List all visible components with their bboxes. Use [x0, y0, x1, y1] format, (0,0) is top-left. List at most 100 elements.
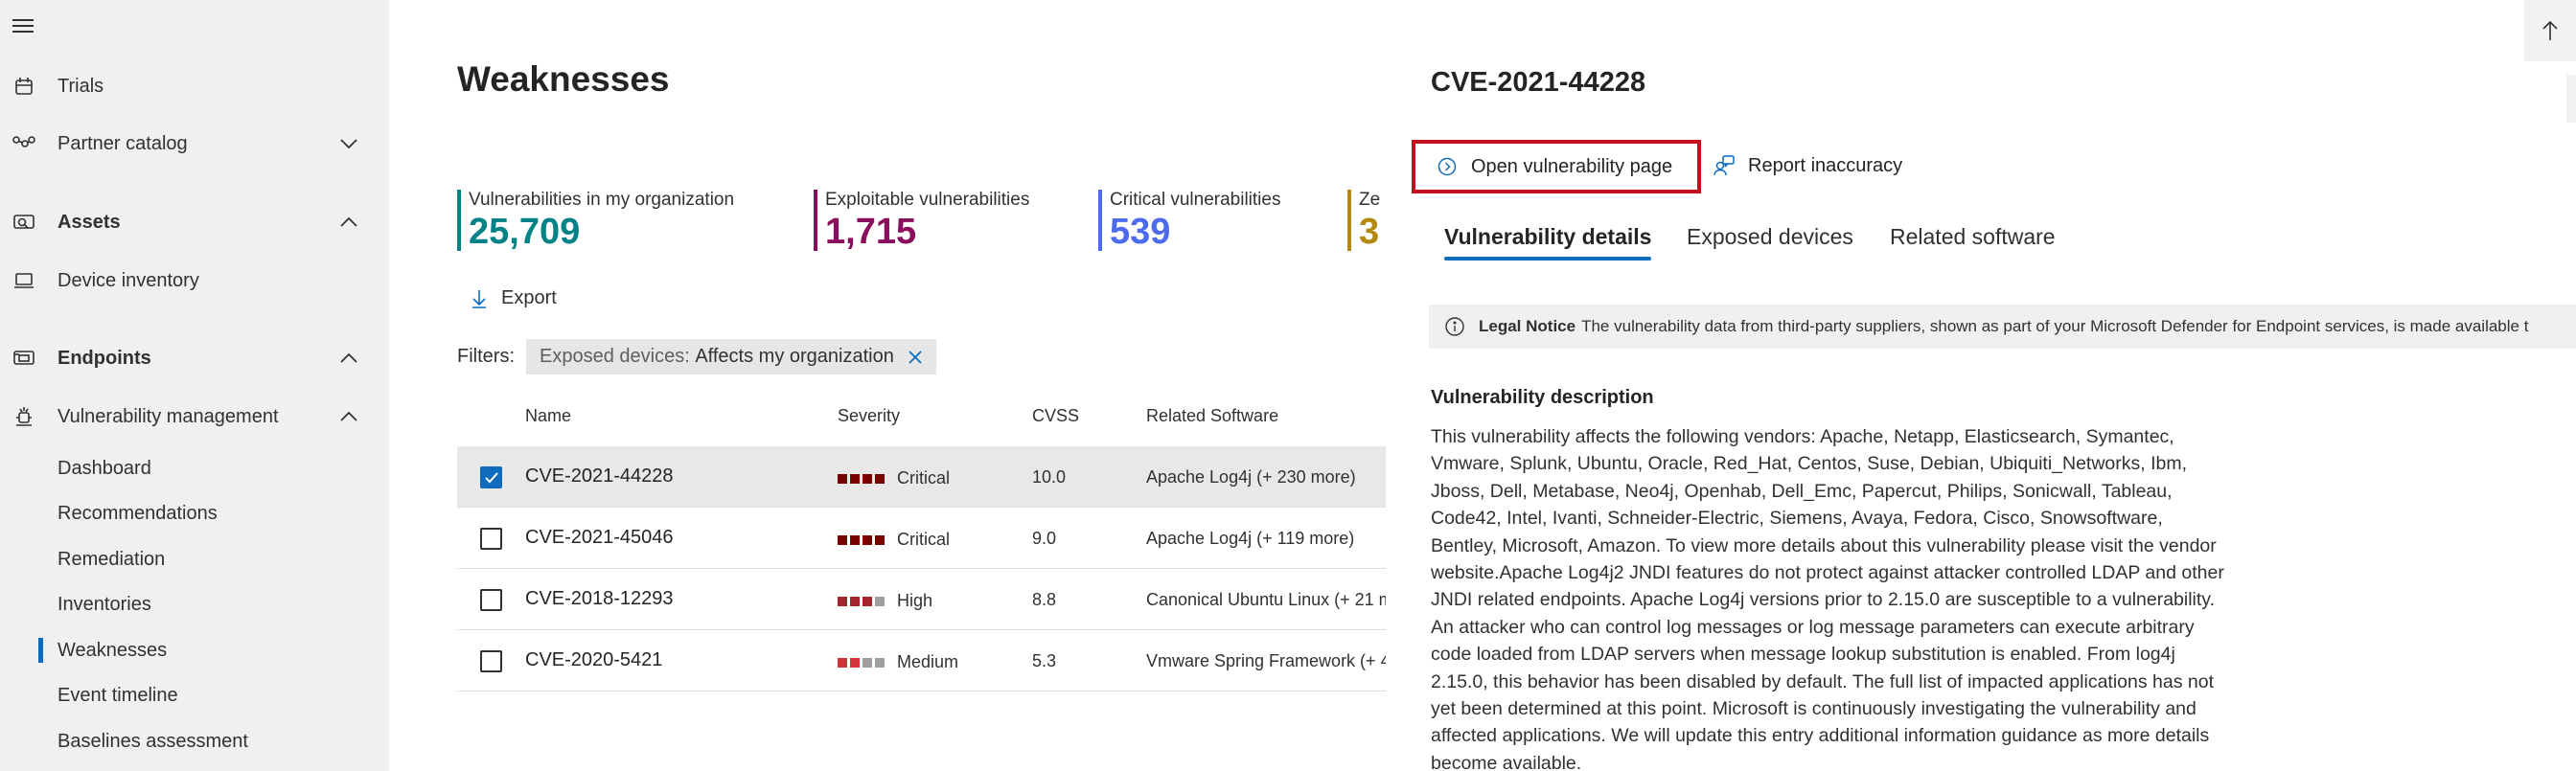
- description-text: This vulnerability affects the following…: [1431, 426, 2224, 771]
- metric-accent-bar: [457, 190, 461, 251]
- table-row[interactable]: CVE-2021-44228 Critical 10.0 Apache Log4…: [457, 446, 1387, 508]
- main-content: Weaknesses Vulnerabilities in my organiz…: [389, 0, 1393, 771]
- menu-icon[interactable]: [10, 12, 36, 39]
- chevron-up-icon[interactable]: [335, 403, 362, 430]
- nav-subitem-label: Baselines assessment: [58, 730, 248, 752]
- metric-accent-bar: [1347, 190, 1351, 251]
- nav-item-label: Endpoints: [58, 347, 151, 369]
- export-icon: [472, 289, 486, 308]
- severity-indicator: Medium: [838, 652, 958, 672]
- row-name[interactable]: CVE-2020-5421: [525, 649, 662, 671]
- vulnerability-management-icon: [11, 403, 37, 430]
- open-vulnerability-page-label: Open vulnerability page: [1471, 155, 1673, 177]
- legal-notice: Legal Notice The vulnerability data from…: [1429, 305, 2576, 349]
- open-vulnerability-page-button[interactable]: Open vulnerability page: [1412, 140, 1701, 193]
- metric-zero-day[interactable]: Ze 3: [1347, 190, 1381, 252]
- metric-label: Critical vulnerabilities: [1110, 190, 1281, 210]
- nav-item-device-inventory[interactable]: Device inventory: [0, 257, 389, 305]
- nav-subitem-label: Event timeline: [58, 684, 178, 706]
- row-name[interactable]: CVE-2018-12293: [525, 588, 674, 610]
- metric-value: 539: [1110, 212, 1171, 252]
- assets-icon: [11, 209, 37, 236]
- nav-item-partner-catalog[interactable]: Partner catalog: [0, 120, 389, 168]
- device-inventory-icon: [11, 267, 37, 294]
- row-name[interactable]: CVE-2021-44228: [525, 465, 674, 488]
- nav-subitem-inventories[interactable]: Inventories: [0, 582, 389, 626]
- metric-critical[interactable]: Critical vulnerabilities 539: [1098, 190, 1281, 252]
- severity-indicator: Critical: [838, 530, 950, 550]
- metric-exploitable[interactable]: Exploitable vulnerabilities 1,715: [814, 190, 1030, 252]
- row-checkbox[interactable]: [480, 528, 502, 550]
- left-navigation: Trials Partner catalog Assets Device inv…: [0, 0, 389, 771]
- row-name[interactable]: CVE-2021-45046: [525, 527, 674, 549]
- trials-icon: [11, 73, 37, 100]
- metric-vulnerabilities[interactable]: Vulnerabilities in my organization 25,70…: [457, 190, 735, 252]
- chevron-up-icon[interactable]: [335, 345, 362, 372]
- nav-item-vulnerability-management[interactable]: Vulnerability management: [0, 393, 389, 441]
- nav-subitem-recommendations[interactable]: Recommendations: [0, 491, 389, 535]
- severity-label: Critical: [897, 468, 951, 488]
- nav-subitem-label: Inventories: [58, 593, 151, 615]
- tab-related-software[interactable]: Related software: [1890, 224, 2056, 250]
- metric-label: Exploitable vulnerabilities: [825, 190, 1030, 210]
- panel-side-handle[interactable]: [2566, 75, 2576, 123]
- chevron-up-icon[interactable]: [335, 209, 362, 236]
- severity-indicator: High: [838, 591, 932, 611]
- filters-bar: Filters: Exposed devices: Affects my org…: [457, 339, 936, 374]
- nav-subitem-weaknesses[interactable]: Weaknesses: [0, 628, 389, 672]
- column-header-name[interactable]: Name: [525, 406, 571, 426]
- nav-subitem-baselines-assessment[interactable]: Baselines assessment: [0, 719, 389, 763]
- scroll-up-button[interactable]: [2524, 0, 2576, 61]
- metric-label: Ze: [1359, 190, 1381, 210]
- panel-title: CVE-2021-44228: [1431, 67, 1646, 98]
- nav-item-label: Assets: [58, 211, 121, 233]
- severity-indicator: Critical: [838, 468, 950, 488]
- row-software: Apache Log4j (+ 230 more): [1146, 467, 1356, 487]
- metric-accent-bar: [1098, 190, 1102, 251]
- filter-pill[interactable]: Exposed devices: Affects my organization: [526, 339, 936, 374]
- endpoints-icon: [11, 345, 37, 372]
- nav-item-label: Partner catalog: [58, 132, 188, 154]
- legal-notice-text: The vulnerability data from third-party …: [1581, 317, 2529, 335]
- row-checkbox[interactable]: [480, 466, 502, 488]
- nav-item-endpoints[interactable]: Endpoints: [0, 334, 389, 382]
- column-header-software[interactable]: Related Software: [1146, 406, 1278, 426]
- report-inaccuracy-button[interactable]: Report inaccuracy: [1712, 153, 1902, 178]
- table-row[interactable]: CVE-2020-5421 Medium 5.3 Vmware Spring F…: [457, 630, 1391, 692]
- close-icon[interactable]: [908, 350, 923, 365]
- row-checkbox[interactable]: [480, 589, 502, 611]
- nav-subitem-event-timeline[interactable]: Event timeline: [0, 673, 389, 717]
- chevron-down-icon[interactable]: [335, 130, 362, 157]
- nav-item-label: Device inventory: [58, 269, 199, 291]
- filters-label: Filters:: [457, 346, 515, 367]
- page-title: Weaknesses: [457, 59, 670, 99]
- description-heading: Vulnerability description: [1431, 387, 1654, 408]
- nav-subitem-label: Remediation: [58, 548, 166, 570]
- severity-label: Medium: [897, 652, 959, 671]
- export-button[interactable]: Export: [471, 287, 557, 309]
- nav-subitem-label: Dashboard: [58, 457, 151, 479]
- nav-subitem-remediation[interactable]: Remediation: [0, 537, 389, 581]
- nav-item-label: Vulnerability management: [58, 405, 279, 427]
- open-page-icon: [1438, 157, 1457, 176]
- column-header-cvss[interactable]: CVSS: [1032, 406, 1079, 426]
- nav-item-trials[interactable]: Trials: [0, 62, 389, 110]
- vulnerability-details-panel: CVE-2021-44228 Open vulnerability page R…: [1386, 0, 2576, 771]
- tab-exposed-devices[interactable]: Exposed devices: [1687, 224, 1853, 250]
- table-row[interactable]: CVE-2018-12293 High 8.8 Canonical Ubuntu…: [457, 569, 1393, 630]
- nav-item-assets[interactable]: Assets: [0, 198, 389, 246]
- severity-label: High: [897, 591, 933, 610]
- metric-label: Vulnerabilities in my organization: [469, 190, 735, 210]
- nav-subitem-dashboard[interactable]: Dashboard: [0, 446, 389, 490]
- metric-value: 1,715: [825, 212, 917, 252]
- row-cvss: 5.3: [1032, 651, 1057, 670]
- nav-item-label: Trials: [58, 75, 104, 97]
- tab-vulnerability-details[interactable]: Vulnerability details: [1444, 224, 1652, 261]
- row-cvss: 8.8: [1032, 590, 1057, 609]
- table-header: Name Severity CVSS Related Software: [457, 402, 1387, 441]
- partner-catalog-icon: [11, 130, 37, 157]
- table-row[interactable]: CVE-2021-45046 Critical 9.0 Apache Log4j…: [457, 508, 1387, 569]
- column-header-severity[interactable]: Severity: [838, 406, 900, 426]
- metric-value: 25,709: [469, 212, 581, 252]
- row-checkbox[interactable]: [480, 650, 502, 672]
